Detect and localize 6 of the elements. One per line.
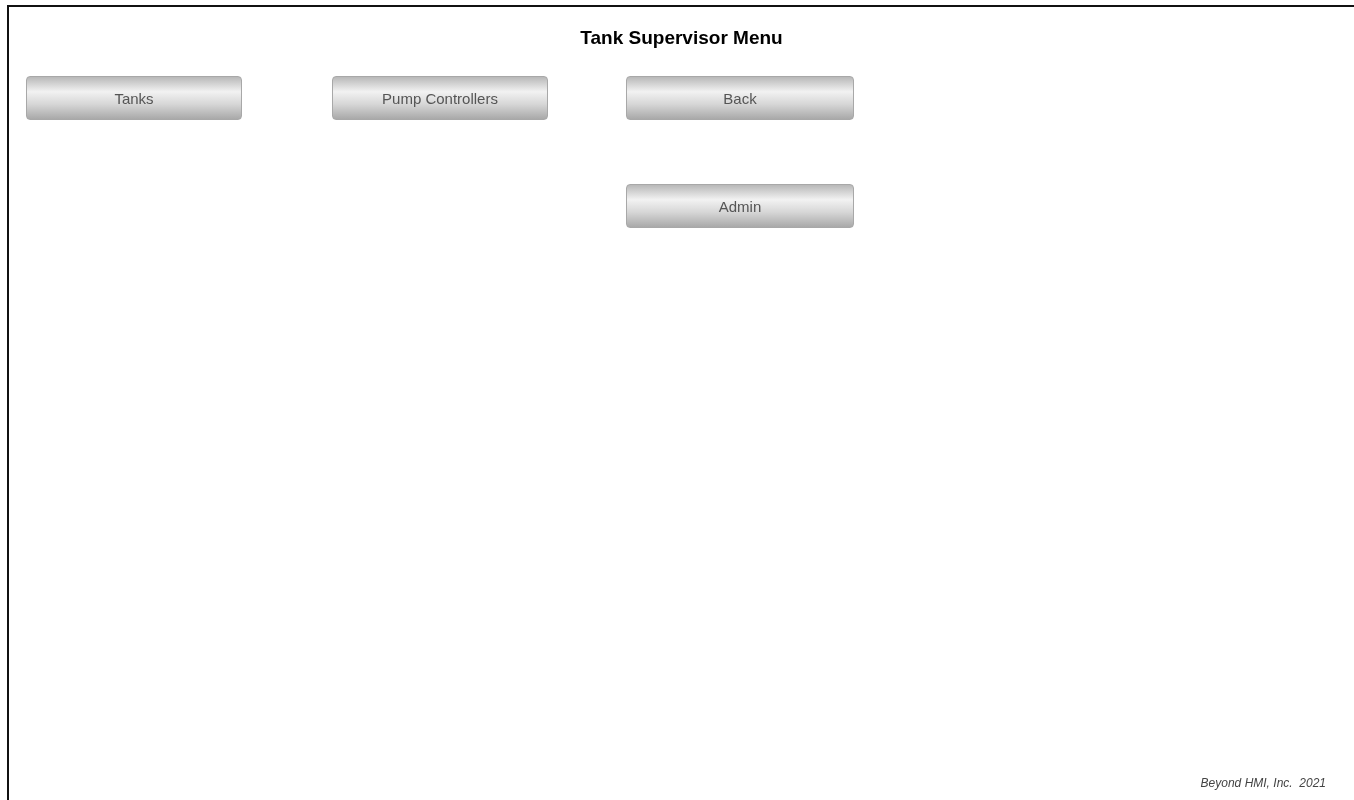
menu-button[interactable]: Admin xyxy=(626,184,854,228)
menu-button[interactable]: Tanks xyxy=(26,76,242,120)
menu-button[interactable]: Pump Controllers xyxy=(332,76,548,120)
copyright-text: Beyond HMI, Inc. 2021 xyxy=(1200,776,1326,790)
menu-button[interactable]: Back xyxy=(626,76,854,120)
screen-title: Tank Supervisor Menu xyxy=(580,27,783,49)
